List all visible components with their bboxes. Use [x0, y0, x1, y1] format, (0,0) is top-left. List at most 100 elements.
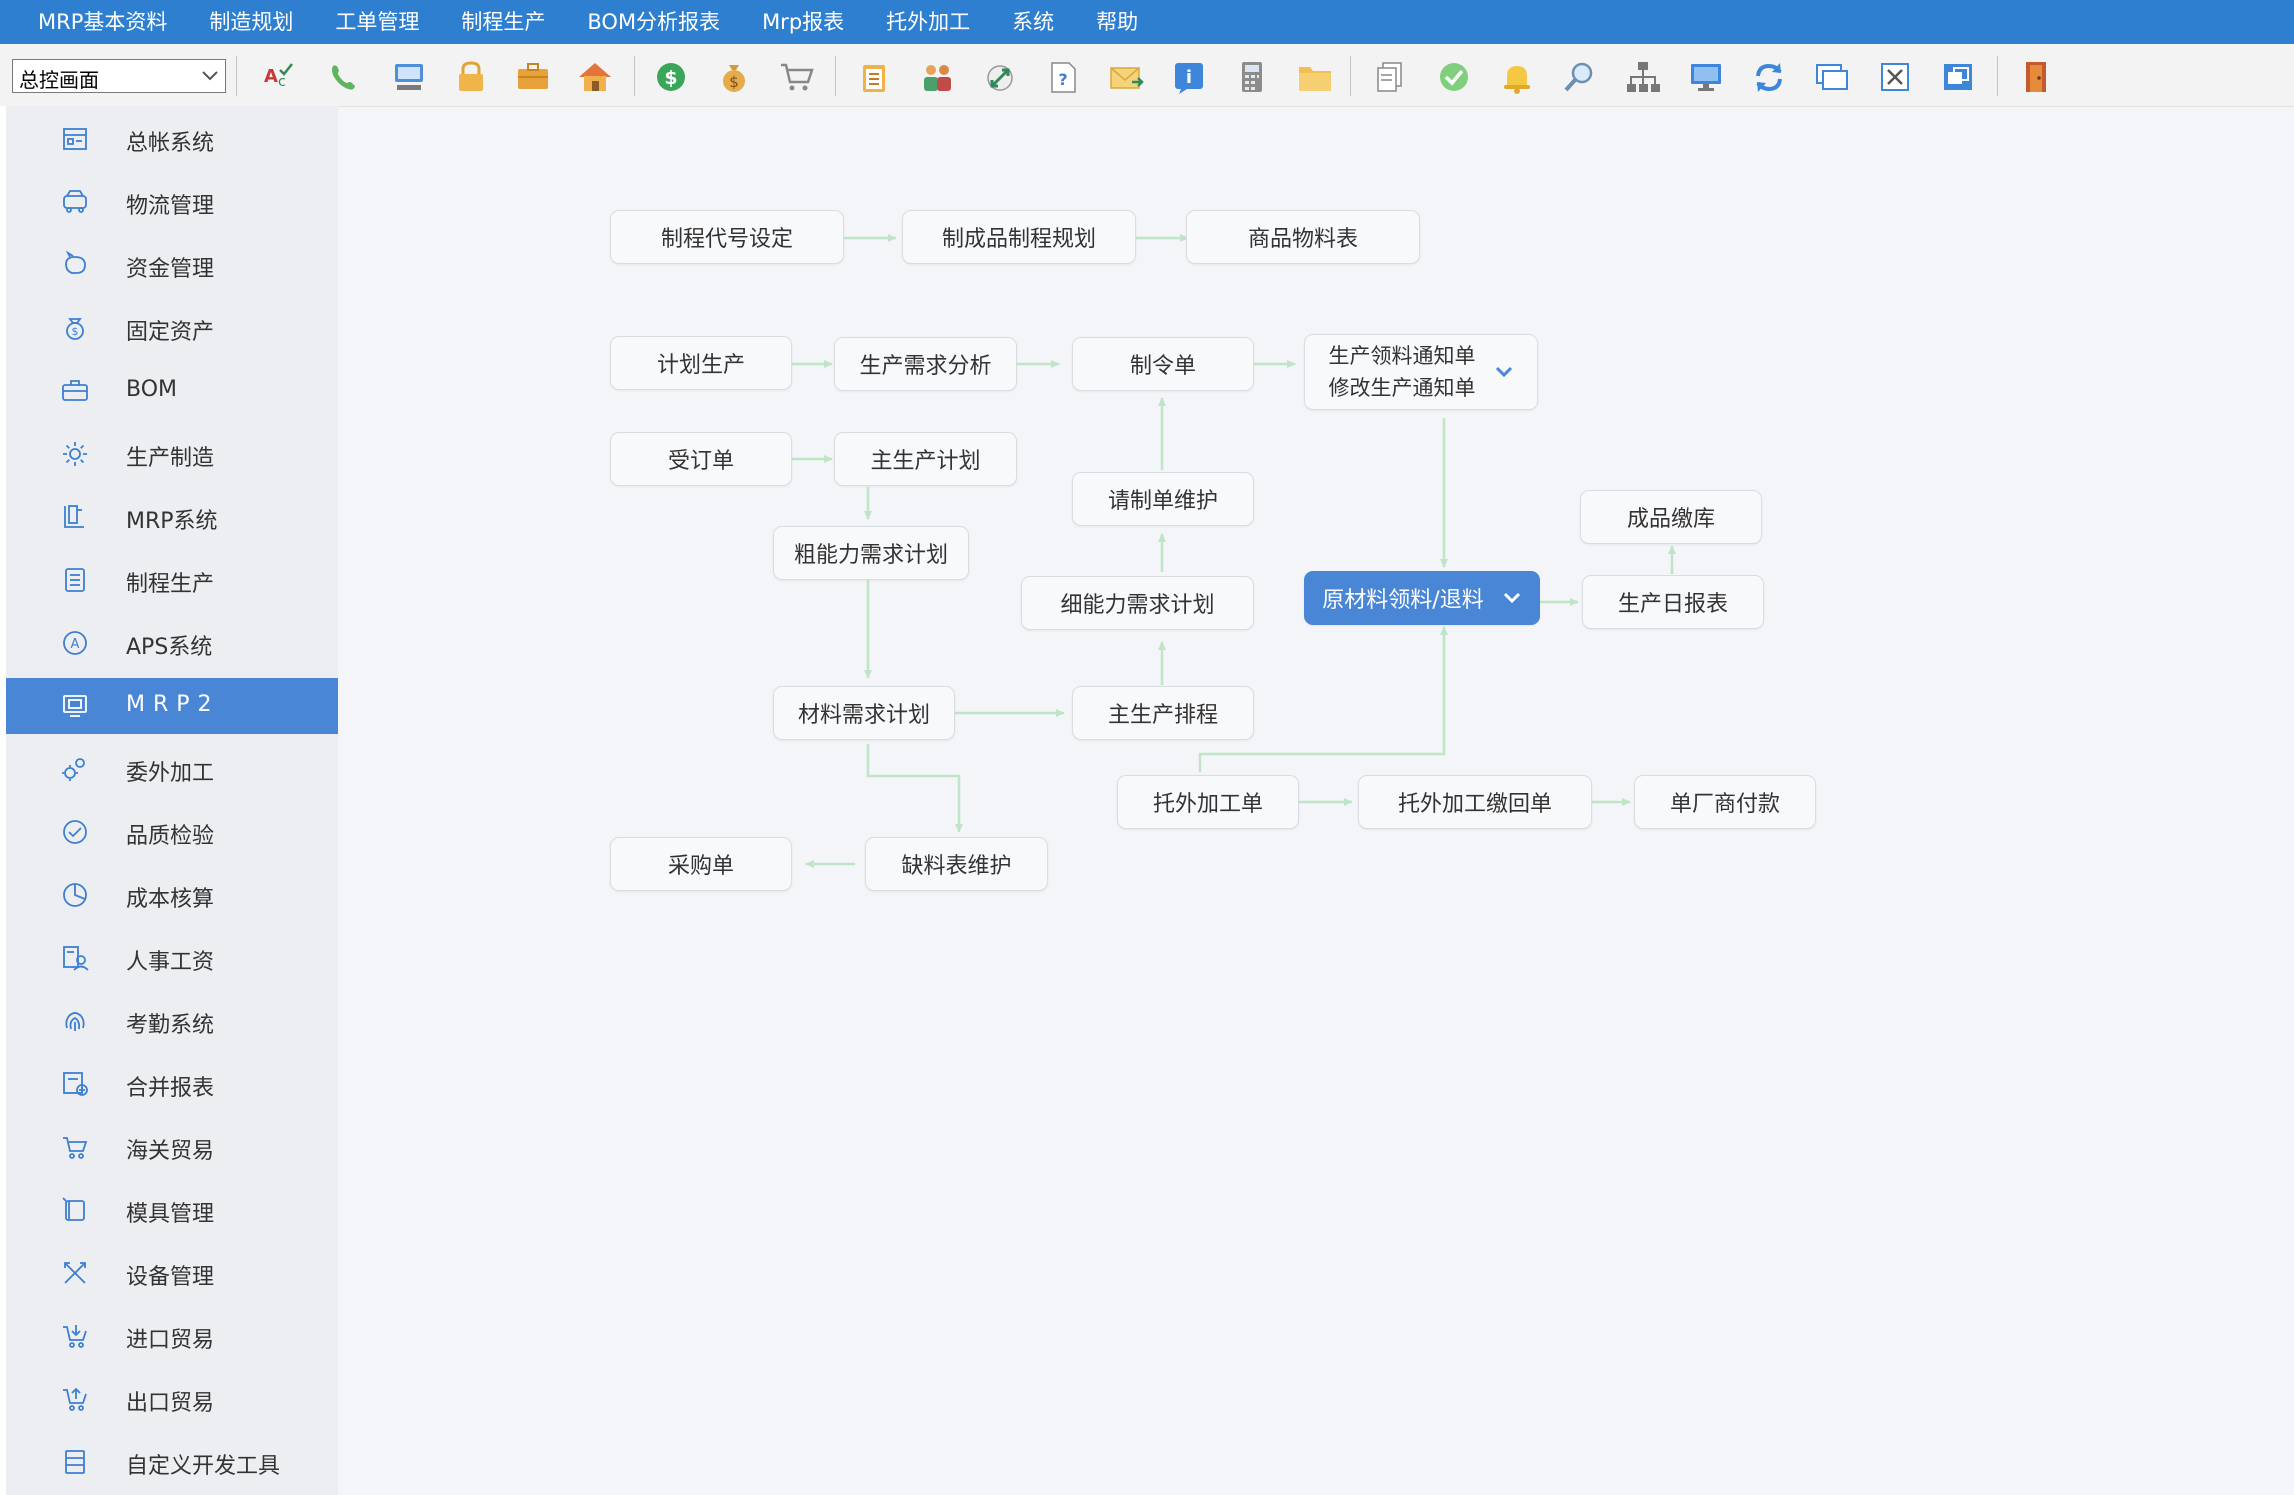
spellcheck-icon-button[interactable]: Ac [258, 58, 298, 96]
sidebar-item-label: 进口贸易 [126, 1328, 215, 1353]
dollar-icon-button[interactable]: $ [651, 58, 691, 96]
money-bag-icon-button[interactable]: $ [714, 58, 754, 96]
sidebar-item-10[interactable]: 委外加工 [6, 741, 338, 797]
org-chart-icon-button[interactable] [1623, 58, 1663, 96]
sidebar-item-21[interactable]: 自定义开发工具 [6, 1434, 338, 1490]
person-doc-icon [60, 943, 90, 973]
monitor-icon [60, 691, 90, 721]
toolbox-icon [60, 376, 90, 406]
sidebar-item-1[interactable]: 物流管理 [6, 174, 338, 230]
sidebar-item-9[interactable]: MRP2 [6, 678, 338, 734]
node-schedule[interactable]: 主生产排程 [1072, 686, 1254, 740]
refresh-icon [1756, 63, 1782, 92]
sidebar-item-4[interactable]: BOM [6, 363, 338, 419]
menu-item-2[interactable]: 工单管理 [314, 0, 440, 44]
sidebar-item-14[interactable]: 考勤系统 [6, 993, 338, 1049]
node-product-routing[interactable]: 制成品制程规划 [902, 210, 1136, 264]
monitor-icon-button[interactable] [1686, 58, 1726, 96]
home-icon-button[interactable] [575, 58, 615, 96]
menu-item-4[interactable]: BOM分析报表 [566, 0, 741, 44]
sidebar-item-6[interactable]: MRP系统 [6, 489, 338, 545]
menu-item-1[interactable]: 制造规划 [188, 0, 314, 44]
node-request-order[interactable]: 请制单维护 [1072, 472, 1254, 526]
node-crp[interactable]: 细能力需求计划 [1021, 576, 1254, 630]
lock-icon-button[interactable] [451, 58, 491, 96]
menu-item-8[interactable]: 帮助 [1075, 0, 1159, 44]
node-pick-notice[interactable]: 生产领料通知单 修改生产通知单 [1304, 334, 1538, 410]
menu-item-7[interactable]: 系统 [991, 0, 1075, 44]
sidebar-item-label: 生产制造 [126, 446, 215, 471]
sidebar-item-label: 出口贸易 [126, 1391, 215, 1416]
check-circle-icon [60, 817, 90, 847]
refresh-icon-button[interactable] [1749, 58, 1789, 96]
restore-window-icon-button[interactable] [1938, 58, 1978, 96]
search-icon-button[interactable] [1560, 58, 1600, 96]
exit-door-icon-button[interactable] [2016, 58, 2056, 96]
node-rccp[interactable]: 粗能力需求计划 [773, 526, 969, 580]
sidebar-item-18[interactable]: 设备管理 [6, 1245, 338, 1301]
info-icon-button[interactable]: i [1169, 58, 1209, 96]
window-icon-button[interactable] [1812, 58, 1852, 96]
users-icon-button[interactable] [917, 58, 957, 96]
node-work-order[interactable]: 制令单 [1072, 337, 1254, 391]
sidebar-item-11[interactable]: 品质检验 [6, 804, 338, 860]
mail-icon-button[interactable] [1106, 58, 1146, 96]
view-select[interactable]: 总控画面 [12, 59, 226, 93]
check-icon-button[interactable] [1434, 58, 1474, 96]
calculator-icon [1242, 62, 1262, 92]
link-icon-button[interactable] [980, 58, 1020, 96]
sidebar-item-label: 总帐系统 [126, 131, 215, 156]
node-plan-production[interactable]: 计划生产 [610, 336, 792, 390]
sidebar-item-0[interactable]: 总帐系统 [6, 111, 338, 167]
arrow [866, 744, 963, 833]
folder-icon-button[interactable] [1295, 58, 1335, 96]
computer-icon-button[interactable] [389, 58, 429, 96]
bell-icon-button[interactable] [1497, 58, 1537, 96]
node-finished-stock[interactable]: 成品缴库 [1580, 490, 1762, 544]
node-shortage[interactable]: 缺料表维护 [865, 837, 1048, 891]
node-mps[interactable]: 主生产计划 [834, 432, 1017, 486]
node-outsource-order[interactable]: 托外加工单 [1117, 775, 1299, 829]
money-bag-icon: $ [723, 65, 745, 92]
node-mrp[interactable]: 材料需求计划 [773, 686, 955, 740]
node-daily-report[interactable]: 生产日报表 [1582, 575, 1764, 629]
menu-item-0[interactable]: MRP基本资料 [0, 0, 188, 44]
node-material-issue[interactable]: 原材料领料/退料 [1304, 571, 1540, 625]
sidebar-item-5[interactable]: 生产制造 [6, 426, 338, 482]
briefcase-icon-button[interactable] [513, 58, 553, 96]
phone-icon-button[interactable] [324, 58, 364, 96]
menu-item-6[interactable]: 托外加工 [865, 0, 991, 44]
sidebar-item-20[interactable]: 出口贸易 [6, 1371, 338, 1427]
sidebar-item-17[interactable]: 模具管理 [6, 1182, 338, 1238]
view-select-value: 总控画面 [19, 68, 99, 92]
sidebar-item-label: BOM [126, 377, 178, 402]
sidebar-item-12[interactable]: 成本核算 [6, 867, 338, 923]
menu-item-5[interactable]: Mrp报表 [741, 0, 865, 44]
sidebar-item-16[interactable]: 海关贸易 [6, 1119, 338, 1175]
menu-item-3[interactable]: 制程生产 [440, 0, 566, 44]
clipboard-icon-button[interactable] [854, 58, 894, 96]
sidebar-item-13[interactable]: 人事工资 [6, 930, 338, 986]
node-outsource-return[interactable]: 托外加工缴回单 [1358, 775, 1592, 829]
sidebar-item-3[interactable]: $ 固定资产 [6, 300, 338, 356]
node-process-code[interactable]: 制程代号设定 [610, 210, 844, 264]
help-doc-icon-button[interactable]: ? [1043, 58, 1083, 96]
sidebar-item-19[interactable]: 进口贸易 [6, 1308, 338, 1364]
calculator-icon-button[interactable] [1232, 58, 1272, 96]
sidebar-item-15[interactable]: 合并报表 [6, 1056, 338, 1112]
node-sales-order[interactable]: 受订单 [610, 432, 792, 486]
briefcase-icon [518, 63, 548, 89]
sidebar-item-8[interactable]: A APS系统 [6, 615, 338, 671]
node-vendor-payment[interactable]: 单厂商付款 [1634, 775, 1816, 829]
node-demand-analysis[interactable]: 生产需求分析 [834, 337, 1017, 391]
chevron-down-icon[interactable] [1494, 365, 1514, 379]
sidebar-item-7[interactable]: 制程生产 [6, 552, 338, 608]
node-item-bom[interactable]: 商品物料表 [1186, 210, 1420, 264]
close-window-icon-button[interactable] [1875, 58, 1915, 96]
cart-icon-button[interactable] [777, 58, 817, 96]
sidebar-item-2[interactable]: 资金管理 [6, 237, 338, 293]
svg-text:c: c [278, 74, 286, 90]
node-purchase-order[interactable]: 采购单 [610, 837, 792, 891]
documents-icon-button[interactable] [1371, 58, 1411, 96]
chevron-down-icon[interactable] [1502, 591, 1522, 605]
